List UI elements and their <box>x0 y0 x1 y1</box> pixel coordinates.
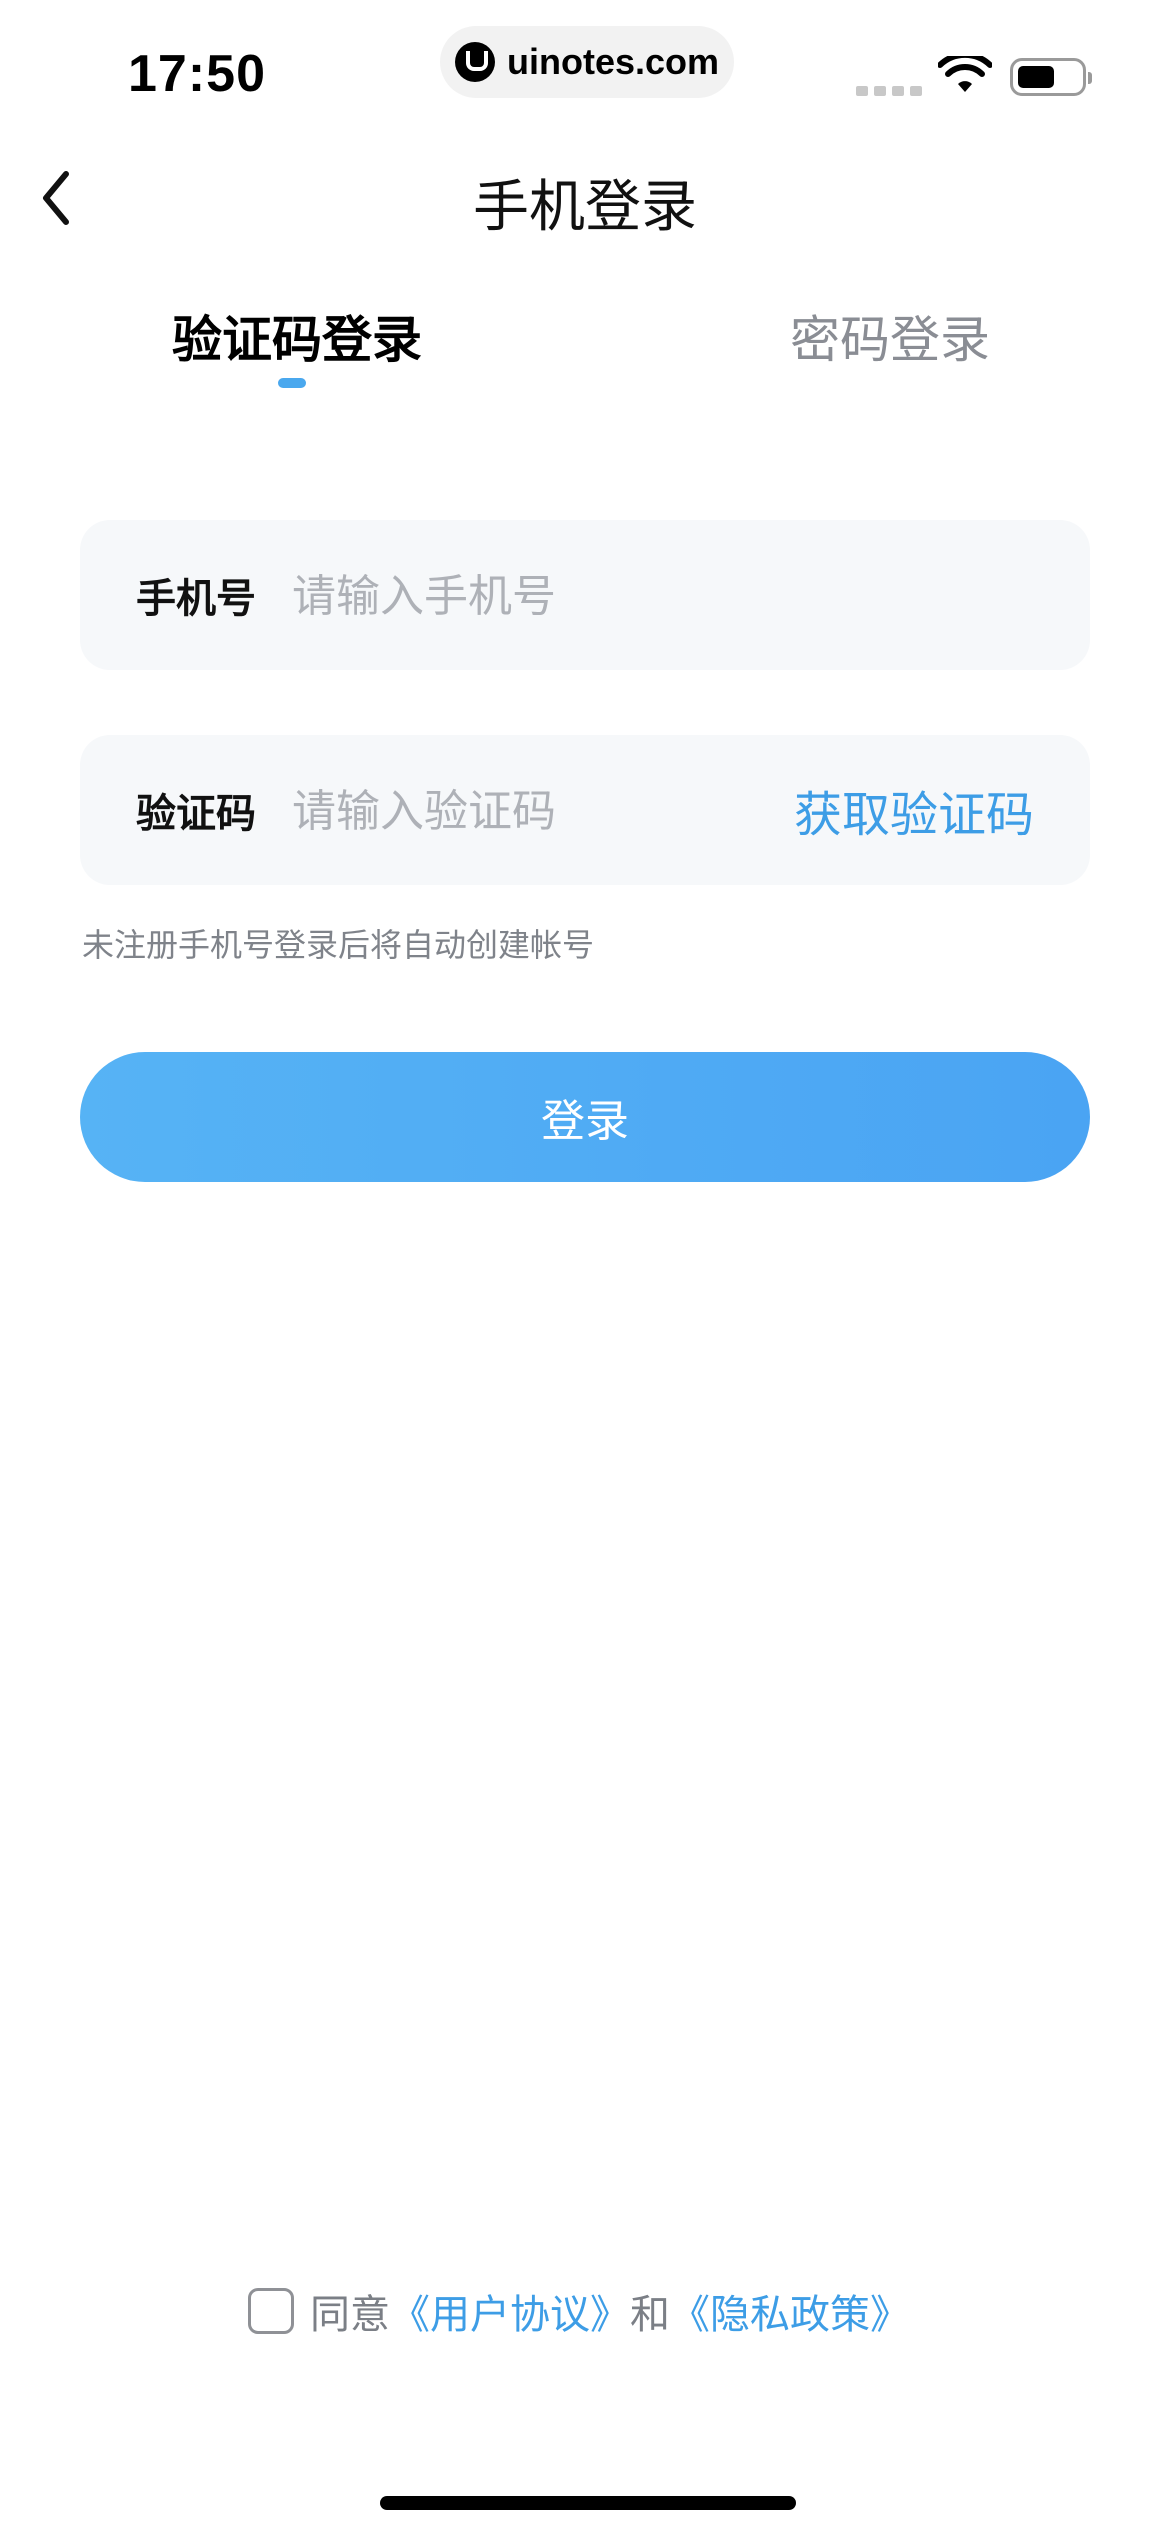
signal-icon <box>856 86 922 96</box>
tab-sms-login[interactable]: 验证码登录 <box>172 300 422 372</box>
url-text: uinotes.com <box>506 41 720 82</box>
phone-input[interactable] <box>292 560 812 632</box>
phone-label: 手机号 <box>136 576 256 622</box>
tab-active-indicator <box>278 378 306 388</box>
register-hint: 未注册手机号登录后将自动创建帐号 <box>82 926 595 964</box>
tab-password-login[interactable]: 密码登录 <box>790 300 990 372</box>
phone-field[interactable]: 手机号 <box>80 520 1090 670</box>
agreement-and: 和 <box>630 2292 670 2338</box>
agreement-prefix: 同意 <box>310 2292 390 2338</box>
agreement-row: 同意 《用户协议》 和 《隐私政策》 <box>248 2282 910 2340</box>
user-agreement-link[interactable]: 《用户协议》 <box>390 2282 630 2340</box>
code-label: 验证码 <box>136 791 256 837</box>
url-pill[interactable]: uinotes.com <box>440 26 734 98</box>
battery-icon <box>1010 58 1092 96</box>
page-title: 手机登录 <box>473 175 697 240</box>
privacy-policy-link[interactable]: 《隐私政策》 <box>670 2282 910 2340</box>
status-time: 17:50 <box>128 45 266 103</box>
login-button[interactable]: 登录 <box>80 1052 1090 1182</box>
agreement-checkbox[interactable] <box>248 2288 294 2334</box>
code-input[interactable] <box>292 775 812 847</box>
code-field[interactable]: 验证码 获取验证码 <box>80 735 1090 885</box>
wifi-icon <box>938 56 992 92</box>
site-logo-icon <box>454 42 495 82</box>
home-indicator <box>380 2496 796 2510</box>
get-code-button[interactable]: 获取验证码 <box>794 775 1034 845</box>
